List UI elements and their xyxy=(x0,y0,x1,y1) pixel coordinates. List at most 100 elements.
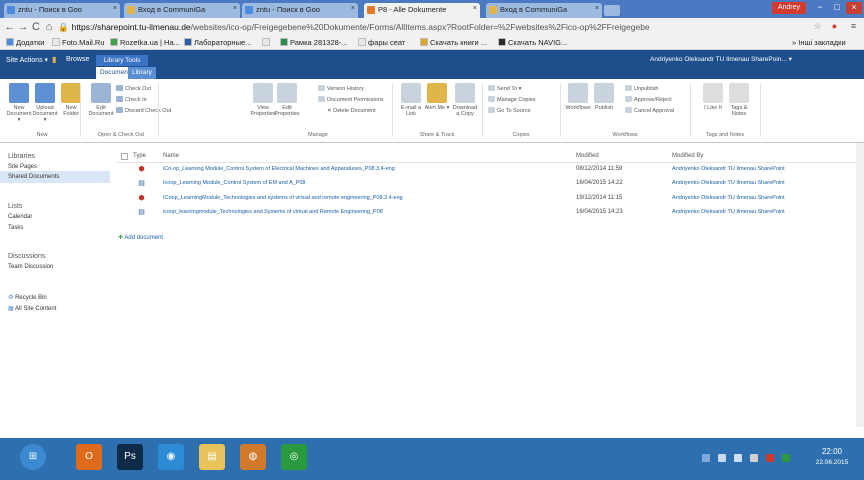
menu-icon[interactable]: ≡ xyxy=(848,21,859,32)
add-document-link[interactable]: ✚ Add document xyxy=(118,234,163,241)
tray-icon[interactable] xyxy=(766,454,774,462)
bookmark-item[interactable]: Лабораторные... xyxy=(184,37,251,49)
nav-recycle-bin[interactable]: ♻ Recycle Bin xyxy=(8,294,47,301)
tab-close-icon[interactable]: × xyxy=(113,5,117,12)
ribbon-small-button[interactable]: Discard Check Out xyxy=(116,107,171,115)
ribbon-small-button[interactable]: Manage Copies xyxy=(488,96,536,104)
site-actions-menu[interactable]: Site Actions ▾ xyxy=(6,56,48,64)
address-bar[interactable]: 🔒 https://sharepoint.tu-ilmenau.de/websit… xyxy=(58,20,828,34)
maximize-button[interactable]: □ xyxy=(829,2,845,14)
taskbar-app-button[interactable]: Ps xyxy=(117,444,143,470)
extension-icon[interactable]: ● xyxy=(829,21,840,32)
taskbar-app-button[interactable]: ◍ xyxy=(240,444,266,470)
ribbon-button[interactable]: Upload Document ▾ xyxy=(32,83,58,123)
ribbon-button[interactable]: Publish xyxy=(591,83,617,111)
browser-tab[interactable]: zntu - Поиск в Goo × xyxy=(242,3,358,18)
ribbon-button[interactable]: E-mail a Link xyxy=(398,83,424,117)
ribbon-button[interactable]: View Properties xyxy=(250,83,276,117)
bookmark-item[interactable]: Скачать книги ... xyxy=(420,37,487,49)
select-all-checkbox[interactable] xyxy=(121,153,128,160)
ribbon-small-button[interactable]: Send To ▾ xyxy=(488,85,521,93)
tab-library[interactable]: Library xyxy=(128,67,156,79)
home-icon[interactable]: ⌂ xyxy=(43,20,55,34)
browser-tab[interactable]: Вход в CommuniGa × xyxy=(486,3,602,18)
nav-lists-heading[interactable]: Lists xyxy=(8,203,22,210)
nav-team-discussion[interactable]: Team Discussion xyxy=(8,264,53,270)
navigate-up-icon[interactable]: ▮ xyxy=(52,55,56,64)
tab-close-icon[interactable]: × xyxy=(473,5,477,12)
bookmark-item[interactable]: фары сеат xyxy=(358,37,405,49)
nav-libraries-heading[interactable]: Libraries xyxy=(8,153,35,160)
ribbon-button[interactable]: Tags & Notes xyxy=(726,83,752,117)
column-header-name[interactable]: Name xyxy=(163,153,179,159)
profile-user-label[interactable]: Andrey xyxy=(771,2,806,14)
tray-icon[interactable] xyxy=(750,454,758,462)
browse-tab[interactable]: Browse xyxy=(66,56,89,63)
document-name-link[interactable]: Icoop_Learning Module_Control System of … xyxy=(163,180,305,186)
ribbon-small-button[interactable]: Version History xyxy=(318,85,364,93)
ribbon-button[interactable]: Alert Me ▾ xyxy=(424,83,450,111)
ribbon-small-button[interactable]: Check In xyxy=(116,96,147,104)
tray-icon[interactable] xyxy=(734,454,742,462)
ribbon-small-button[interactable]: Unpublish xyxy=(625,85,658,93)
new-tab-button[interactable] xyxy=(604,5,620,16)
other-bookmarks[interactable]: » Інші закладки xyxy=(792,37,846,49)
ribbon-button[interactable]: Download a Copy xyxy=(452,83,478,117)
page-scrollbar[interactable] xyxy=(856,143,864,427)
browser-tab[interactable]: P8 - Alle Dokumente × xyxy=(364,3,480,18)
taskbar-clock[interactable]: 22:00 22.06.2015 xyxy=(808,446,856,468)
minimize-button[interactable]: − xyxy=(812,2,828,14)
taskbar-app-button[interactable]: ⊞ xyxy=(20,444,46,470)
document-name-link[interactable]: iCo-op_Learning Module_Control System of… xyxy=(163,166,395,172)
nav-site-pages[interactable]: Site Pages xyxy=(8,164,37,170)
bookmark-item[interactable]: Скачать NAVIG... xyxy=(498,37,567,49)
forward-icon[interactable]: → xyxy=(17,20,29,34)
nav-calendar[interactable]: Calendar xyxy=(8,214,32,220)
nav-tasks[interactable]: Tasks xyxy=(8,225,23,231)
reload-icon[interactable]: C xyxy=(30,20,42,34)
bookmark-item[interactable] xyxy=(262,37,272,49)
document-name-link[interactable]: ICoop_LearningModule_Technologies and sy… xyxy=(163,195,403,201)
ribbon-small-button[interactable]: Check Out xyxy=(116,85,151,93)
taskbar-app-button[interactable]: ◉ xyxy=(158,444,184,470)
document-name-link[interactable]: icoop_learningmodule_Technologies and Sy… xyxy=(163,209,383,215)
ribbon-small-button[interactable]: Go To Source xyxy=(488,107,531,115)
star-icon[interactable]: ☆ xyxy=(812,21,823,32)
ribbon-small-button[interactable]: Approve/Reject xyxy=(625,96,672,104)
nav-all-site-content[interactable]: ▦ All Site Content xyxy=(8,305,56,312)
document-modified-by-link[interactable]: Andriyenko Oleksandr TU Ilmenau SharePoi… xyxy=(672,166,785,172)
taskbar-app-button[interactable]: O xyxy=(76,444,102,470)
close-window-button[interactable]: × xyxy=(846,2,862,14)
taskbar-app-button[interactable]: ◎ xyxy=(281,444,307,470)
ribbon-small-button[interactable]: Document Permissions xyxy=(318,96,384,104)
tab-close-icon[interactable]: × xyxy=(595,5,599,12)
ribbon-button[interactable]: New Document ▾ xyxy=(6,83,32,123)
ribbon-button[interactable]: Edit Document xyxy=(88,83,114,117)
nav-shared-documents[interactable]: Shared Documents xyxy=(8,174,59,180)
taskbar-app-button[interactable]: ▤ xyxy=(199,444,225,470)
tray-icon[interactable] xyxy=(782,454,790,462)
column-header-modified-by[interactable]: Modified By xyxy=(672,153,703,159)
bookmark-item[interactable]: Foto.Mail.Ru xyxy=(52,37,105,49)
ribbon-small-button[interactable]: ✕ Delete Document xyxy=(318,107,376,115)
ribbon-button[interactable]: Edit Properties xyxy=(274,83,300,117)
bookmark-item[interactable]: Додатки xyxy=(6,37,44,49)
browser-tab[interactable]: zntu - Поиск в Goo × xyxy=(4,3,120,18)
tray-icon[interactable] xyxy=(718,454,726,462)
ribbon-button[interactable]: I Like It xyxy=(700,83,726,111)
tray-icon[interactable] xyxy=(702,454,710,462)
document-modified-by-link[interactable]: Andriyenko Oleksandr TU Ilmenau SharePoi… xyxy=(672,195,785,201)
bookmark-item[interactable]: Рамка 281328-... xyxy=(280,37,348,49)
back-icon[interactable]: ← xyxy=(4,20,16,34)
user-menu[interactable]: Andriyenko Oleksandr TU Ilmenau SharePoi… xyxy=(650,55,792,63)
document-modified-by-link[interactable]: Andriyenko Oleksandr TU Ilmenau SharePoi… xyxy=(672,209,785,215)
browser-tab[interactable]: Вход в CommuniGa × xyxy=(124,3,240,18)
tab-close-icon[interactable]: × xyxy=(233,5,237,12)
column-header-modified[interactable]: Modified xyxy=(576,153,599,159)
document-modified-by-link[interactable]: Andriyenko Oleksandr TU Ilmenau SharePoi… xyxy=(672,180,785,186)
nav-discussions-heading[interactable]: Discussions xyxy=(8,253,45,260)
ribbon-button[interactable]: Workflows xyxy=(565,83,591,111)
bookmark-item[interactable]: Rozetka.ua | На... xyxy=(110,37,180,49)
column-header-type[interactable]: Type xyxy=(133,153,146,159)
ribbon-small-button[interactable]: Cancel Approval xyxy=(625,107,674,115)
